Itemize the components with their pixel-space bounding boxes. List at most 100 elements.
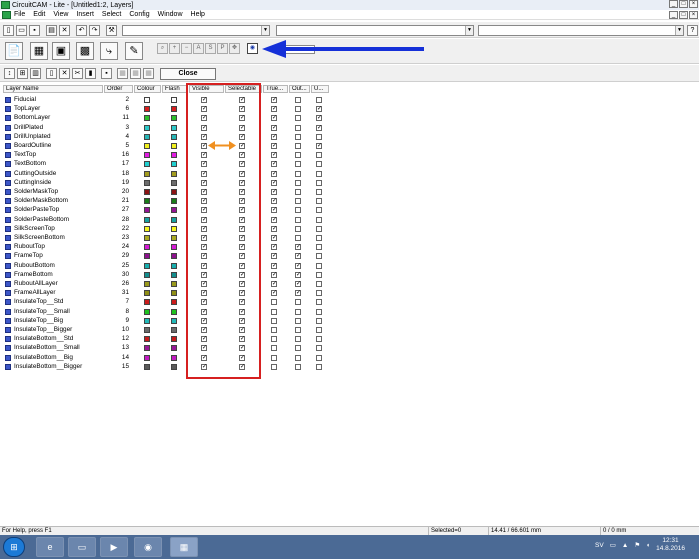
colour-swatch[interactable] — [144, 97, 150, 103]
circuitcam-task-icon[interactable]: ▦ — [170, 537, 198, 557]
table-row[interactable]: BottomLayer 11 ✓ ✓ ✓ ✓ — [3, 113, 333, 122]
layer-order[interactable]: 22 — [105, 224, 129, 233]
layer-name[interactable]: TopLayer — [14, 104, 40, 113]
tool-combo[interactable]: ▼ — [276, 25, 474, 36]
flash-swatch[interactable] — [171, 216, 177, 223]
layer-name[interactable]: CuttingInside — [14, 178, 51, 187]
print-icon[interactable]: ▤ — [46, 25, 57, 36]
layer-order[interactable]: 11 — [105, 113, 129, 122]
flash-swatch[interactable] — [171, 152, 177, 159]
layer-order[interactable]: 24 — [105, 242, 129, 251]
out-checkbox[interactable] — [295, 106, 301, 113]
out-checkbox[interactable] — [295, 363, 301, 370]
out-checkbox[interactable]: ✓ — [295, 262, 301, 269]
clock[interactable]: 12:31 14.8.2016 — [656, 537, 685, 553]
app-task-icon[interactable]: ◉ — [134, 537, 162, 557]
layer-name[interactable]: InsulateTop__Big — [14, 316, 63, 325]
table-row[interactable]: TopLayer 6 ✓ ✓ ✓ ✓ — [3, 104, 333, 113]
layer-cut-icon[interactable]: ✂ — [72, 68, 83, 79]
table-row[interactable]: InsulateBottom__Small 13 ✓ ✓ — [3, 343, 333, 352]
layer-name[interactable]: SolderPasteTop — [14, 205, 59, 214]
u-checkbox[interactable] — [316, 281, 322, 287]
flash-swatch[interactable] — [171, 189, 177, 195]
layer-setup-icon[interactable]: ▦ — [30, 42, 48, 60]
colour-swatch[interactable] — [144, 152, 150, 159]
layer-name[interactable]: SolderPasteBottom — [14, 215, 69, 224]
true-checkbox[interactable] — [271, 299, 277, 306]
true-checkbox[interactable]: ✓ — [271, 235, 277, 241]
u-checkbox[interactable]: ✓ — [316, 124, 322, 131]
layer-order[interactable]: 14 — [105, 353, 129, 362]
table-row[interactable]: CuttingOutside 18 ✓ ✓ ✓ — [3, 169, 333, 178]
layer-name[interactable]: InsulateBottom__Big — [14, 353, 73, 362]
u-checkbox[interactable] — [316, 152, 322, 159]
table-row[interactable]: RuboutBottom 25 ✓ ✓ ✓ ✓ — [3, 261, 333, 270]
out-checkbox[interactable] — [295, 354, 301, 361]
true-checkbox[interactable] — [271, 336, 277, 343]
u-checkbox[interactable] — [316, 207, 322, 214]
colour-swatch[interactable] — [144, 299, 150, 306]
u-checkbox[interactable] — [316, 133, 322, 140]
layer-order[interactable]: 25 — [105, 261, 129, 270]
colour-swatch[interactable] — [144, 363, 150, 370]
layer-fill-icon[interactable]: ▮ — [85, 68, 96, 79]
layer-paste-icon[interactable]: ▦ — [130, 68, 141, 79]
zoom-selection-icon[interactable]: S — [205, 43, 216, 54]
col-true[interactable]: True... — [263, 85, 288, 93]
layer-delete-icon[interactable]: ✕ — [59, 68, 70, 79]
layer-name[interactable]: SilkScreenTop — [14, 224, 55, 233]
layer-name[interactable]: SolderMaskTop — [14, 187, 58, 196]
redo-icon[interactable]: ↷ — [89, 25, 100, 36]
minimize-button[interactable]: _ — [669, 0, 678, 8]
flash-swatch[interactable] — [171, 207, 177, 214]
out-checkbox[interactable] — [295, 345, 301, 352]
table-row[interactable]: SilkScreenTop 22 ✓ ✓ ✓ — [3, 224, 333, 233]
menu-edit[interactable]: Edit — [33, 11, 45, 18]
layer-order[interactable]: 8 — [105, 307, 129, 316]
layer-name[interactable]: RuboutBottom — [14, 261, 55, 270]
true-checkbox[interactable] — [271, 354, 277, 361]
flash-swatch[interactable] — [171, 336, 177, 343]
layer-order[interactable]: 19 — [105, 178, 129, 187]
layer-order[interactable]: 16 — [105, 150, 129, 159]
layer-order[interactable]: 13 — [105, 343, 129, 352]
table-row[interactable]: FrameAllLayer 31 ✓ ✓ ✓ ✓ — [3, 288, 333, 297]
colour-swatch[interactable] — [144, 336, 150, 343]
flash-swatch[interactable] — [171, 271, 177, 278]
layer-order[interactable]: 20 — [105, 187, 129, 196]
out-checkbox[interactable] — [295, 327, 301, 333]
layer-name[interactable]: RuboutAllLayer — [14, 279, 58, 288]
true-checkbox[interactable]: ✓ — [271, 170, 277, 177]
menu-window[interactable]: Window — [158, 11, 183, 18]
u-checkbox[interactable] — [316, 161, 322, 168]
table-row[interactable]: RuboutTop 24 ✓ ✓ ✓ ✓ — [3, 242, 333, 251]
col-layer-name[interactable]: Layer Name — [3, 85, 103, 93]
true-checkbox[interactable]: ✓ — [271, 271, 277, 278]
out-checkbox[interactable] — [295, 170, 301, 177]
menu-view[interactable]: View — [53, 11, 68, 18]
layer-name[interactable]: InsulateTop__Bigger — [14, 325, 72, 334]
layer-save-icon[interactable]: ▪ — [101, 68, 112, 79]
colour-swatch[interactable] — [144, 124, 150, 131]
out-checkbox[interactable] — [295, 198, 301, 205]
true-checkbox[interactable]: ✓ — [271, 143, 277, 149]
layer-order[interactable]: 9 — [105, 316, 129, 325]
layer-order[interactable]: 12 — [105, 334, 129, 343]
layer-order[interactable]: 7 — [105, 297, 129, 306]
true-checkbox[interactable]: ✓ — [271, 133, 277, 140]
true-checkbox[interactable] — [271, 345, 277, 352]
table-row[interactable]: InsulateTop__Bigger 10 ✓ ✓ — [3, 325, 333, 334]
colour-swatch[interactable] — [144, 327, 150, 333]
table-row[interactable]: InsulateTop__Small 8 ✓ ✓ — [3, 307, 333, 316]
table-row[interactable]: SolderMaskTop 20 ✓ ✓ ✓ — [3, 187, 333, 196]
u-checkbox[interactable] — [316, 235, 322, 241]
u-checkbox[interactable] — [316, 345, 322, 352]
flash-swatch[interactable] — [171, 124, 177, 131]
out-checkbox[interactable] — [295, 308, 301, 315]
layer-order[interactable]: 31 — [105, 288, 129, 297]
out-checkbox[interactable] — [295, 235, 301, 241]
true-checkbox[interactable] — [271, 317, 277, 324]
browser-icon[interactable]: e — [36, 537, 64, 557]
colour-swatch[interactable] — [144, 133, 150, 140]
layer-name[interactable]: Fiducial — [14, 95, 36, 104]
